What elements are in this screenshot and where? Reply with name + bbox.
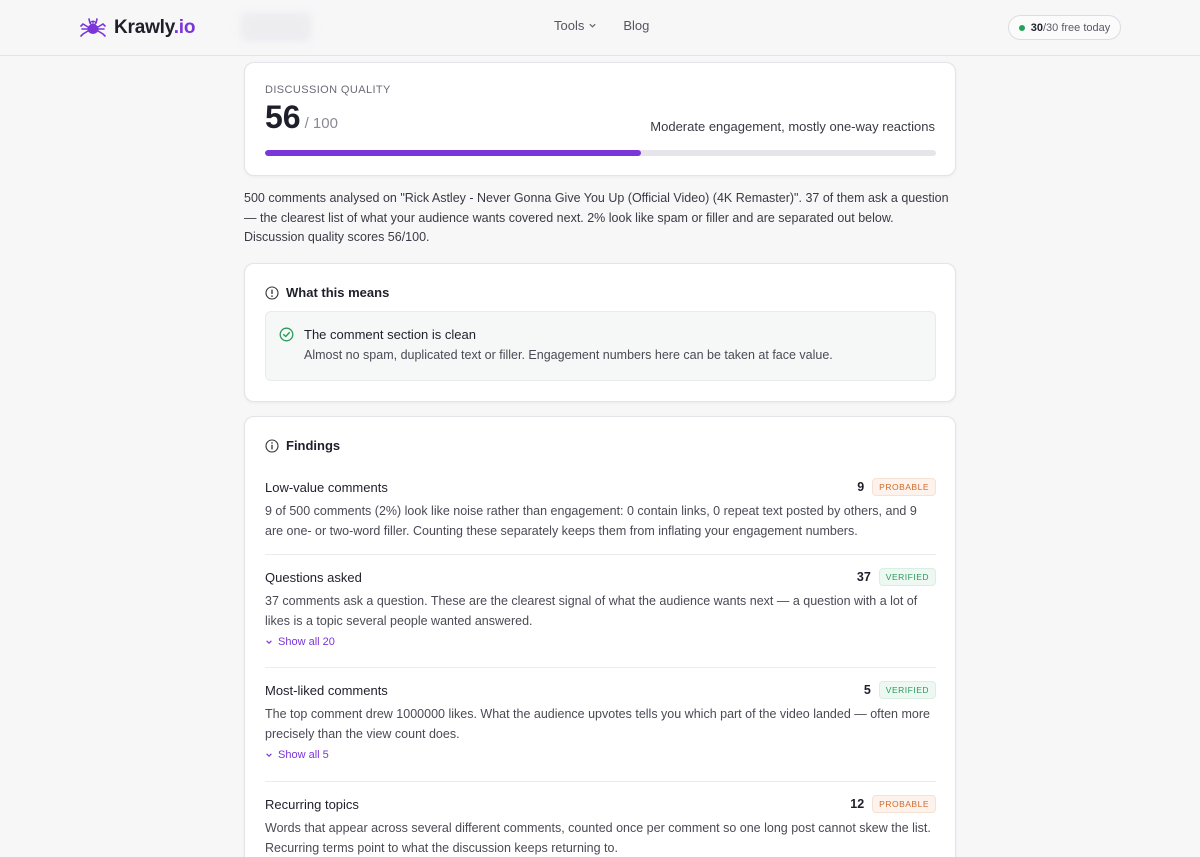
score-max: / 100 (304, 115, 338, 132)
section-heading: What this means (265, 285, 389, 300)
divider (265, 667, 936, 668)
score-label: DISCUSSION QUALITY (265, 84, 391, 96)
nav-tools-label: Tools (554, 18, 585, 33)
chevron-down-icon (266, 640, 272, 644)
status-badge: PROBABLE (872, 795, 936, 813)
what-this-means-card: What this means The comment section is c… (244, 263, 956, 402)
brand-logo[interactable]: Krawly.io (80, 15, 195, 41)
finding-title: Low-value comments (265, 479, 388, 495)
score-progress-bar (265, 150, 936, 156)
status-badge: PROBABLE (872, 478, 936, 496)
show-all-label: Show all 5 (278, 749, 329, 761)
finding-count: 9 (857, 480, 865, 494)
score-progress-fill (265, 150, 641, 156)
finding-count: 5 (863, 683, 871, 697)
nav-blog-link[interactable]: Blog (623, 18, 649, 33)
section-heading: Findings (265, 438, 340, 453)
quota-badge: 30/30 free today (1008, 15, 1121, 40)
chevron-down-icon (589, 23, 596, 28)
info-circle-icon (265, 285, 279, 300)
status-badge: VERIFIED (878, 568, 936, 586)
brand-name: Krawly.io (114, 17, 196, 38)
chevron-down-icon (266, 753, 272, 757)
section-title-text: What this means (286, 285, 390, 300)
nav-tools-dropdown[interactable]: Tools (554, 18, 597, 33)
divider (265, 554, 936, 555)
blurred-nav-element (240, 12, 312, 42)
score-value: 56 (265, 99, 301, 135)
status-dot-icon (1018, 24, 1025, 31)
findings-card: Findings Low-value comments 9 PROBABLE 9… (244, 416, 956, 857)
status-title: The comment section is clean (304, 327, 476, 342)
score-description: Moderate engagement, mostly one-way reac… (650, 119, 935, 134)
show-all-label: Show all 20 (278, 636, 335, 648)
info-circle-icon (265, 438, 279, 453)
status-badge: VERIFIED (878, 681, 936, 699)
status-text: Almost no spam, duplicated text or fille… (304, 348, 833, 362)
show-all-liked-button[interactable]: Show all 5 (265, 749, 329, 761)
finding-item: Low-value comments 9 PROBABLE 9 of 500 c… (265, 478, 936, 541)
score-card: DISCUSSION QUALITY 56 / 100 Moderate eng… (244, 62, 956, 176)
finding-description: 9 of 500 comments (2%) look like noise r… (265, 504, 917, 538)
spider-icon (80, 18, 106, 37)
score-readout: 56 / 100 (265, 99, 338, 136)
finding-description: Words that appear across several differe… (265, 821, 931, 855)
finding-title: Recurring topics (265, 796, 359, 812)
finding-title: Most-liked comments (265, 682, 388, 698)
finding-item: Questions asked 37 VERIFIED 37 comments … (265, 568, 936, 651)
top-nav: Krawly.io Tools Blog 30/30 free today (0, 0, 1200, 56)
status-callout: The comment section is clean Almost no s… (265, 311, 936, 381)
check-circle-icon (279, 327, 294, 342)
nav-links: Tools Blog (554, 18, 649, 33)
finding-description: 37 comments ask a question. These are th… (265, 594, 918, 628)
analysis-summary: 500 comments analysed on "Rick Astley - … (244, 191, 949, 244)
section-title-text: Findings (286, 438, 341, 453)
finding-description: The top comment drew 1000000 likes. What… (265, 707, 930, 741)
finding-count: 37 (856, 570, 871, 584)
show-all-questions-button[interactable]: Show all 20 (265, 636, 335, 648)
nav-blog-label: Blog (623, 18, 650, 33)
finding-item: Recurring topics 12 PROBABLE Words that … (265, 795, 936, 857)
finding-item: Most-liked comments 5 VERIFIED The top c… (265, 681, 936, 764)
finding-count: 12 (850, 797, 865, 811)
divider (265, 781, 936, 782)
quota-text: 30/30 free today (1030, 21, 1111, 34)
finding-title: Questions asked (265, 569, 362, 585)
